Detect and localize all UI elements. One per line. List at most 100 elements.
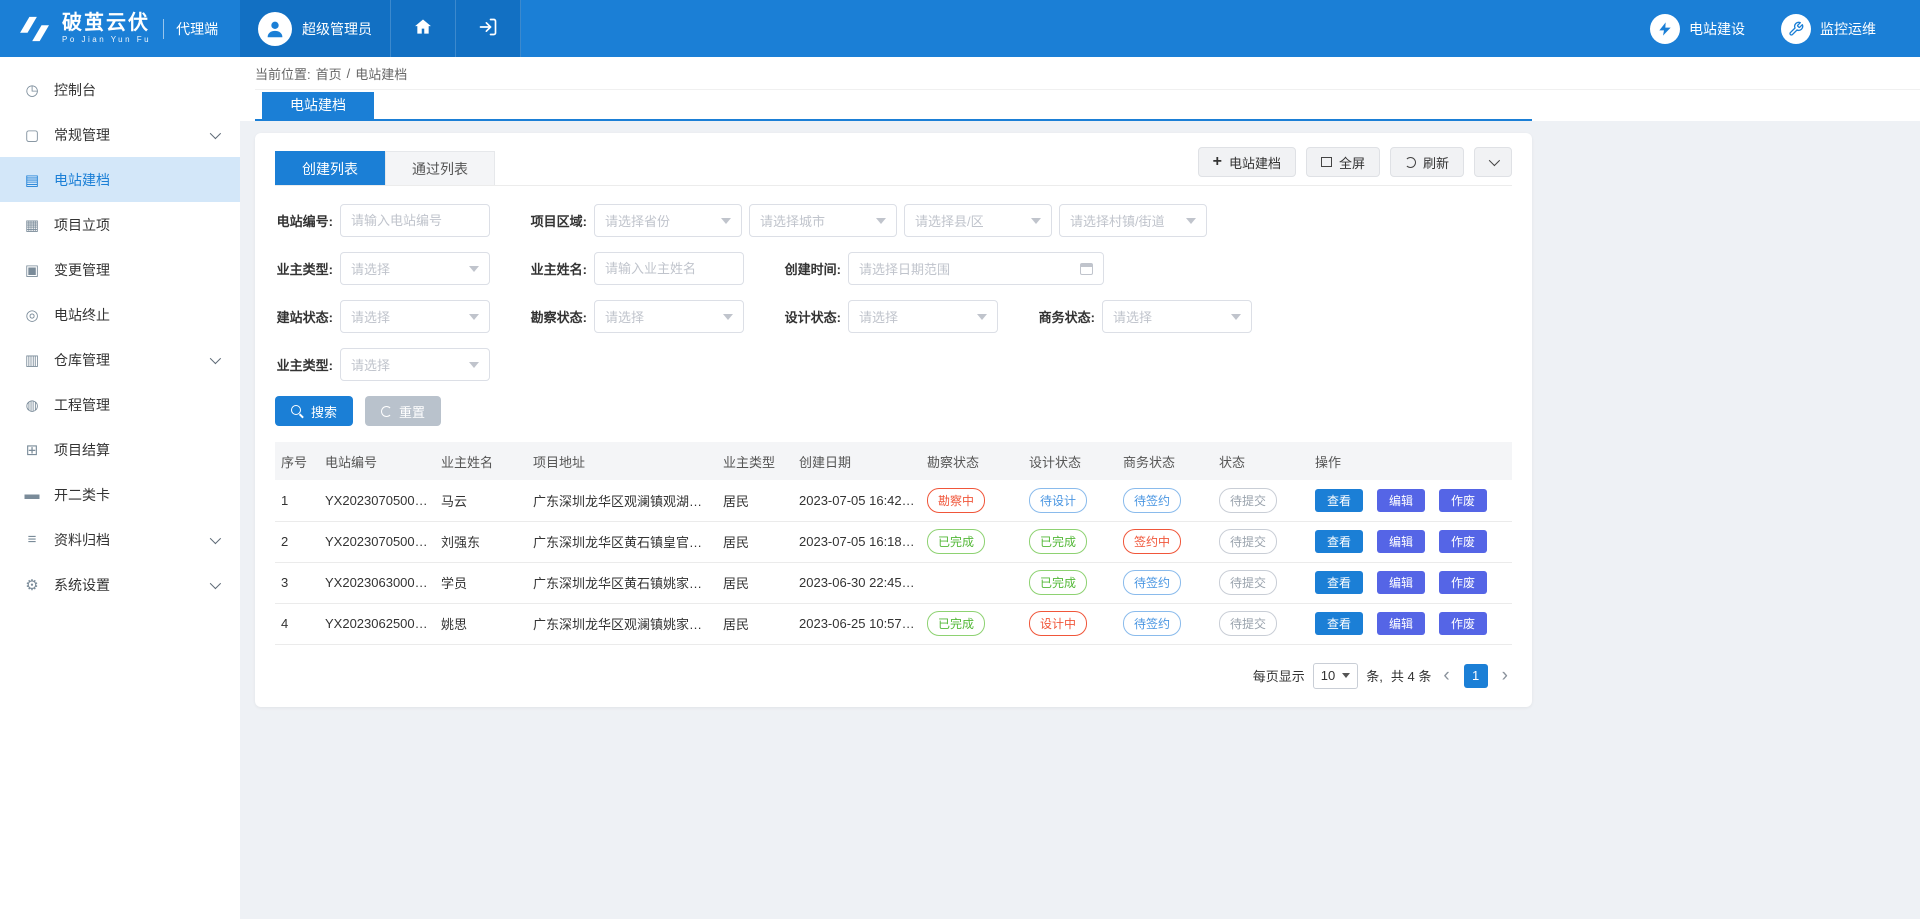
cell-business-status: 待签约 — [1117, 480, 1213, 521]
sidebar-item-card[interactable]: ▬开二类卡 — [0, 472, 240, 517]
sidebar-item-project[interactable]: ▦项目立项 — [0, 202, 240, 247]
home-icon — [413, 17, 433, 40]
filter-field: 商务状态:请选择 — [1037, 300, 1252, 333]
sidebar-item-settings[interactable]: ⚙系统设置 — [0, 562, 240, 607]
column-header: 电站编号 — [319, 442, 435, 480]
edit-button[interactable]: 编辑 — [1377, 489, 1425, 512]
reset-button[interactable]: 重置 — [365, 396, 441, 426]
chevron-down-icon — [210, 127, 221, 138]
filter-select[interactable]: 请选择村镇/街道 — [1059, 204, 1207, 237]
void-button[interactable]: 作废 — [1439, 489, 1487, 512]
sidebar-item-settlement[interactable]: ⊞项目结算 — [0, 427, 240, 472]
status-badge: 签约中 — [1123, 529, 1181, 554]
filter-input[interactable] — [340, 204, 490, 237]
filter-select[interactable]: 请选择城市 — [749, 204, 897, 237]
refresh-button[interactable]: 刷新 — [1390, 147, 1464, 177]
status-badge: 待签约 — [1123, 611, 1181, 636]
page-tab[interactable]: 电站建档 — [262, 92, 374, 119]
cell-design-status: 待设计 — [1023, 480, 1117, 521]
collapse-button[interactable] — [1474, 147, 1512, 177]
cell-owner: 姚思 — [435, 603, 527, 644]
nav-monitoring-ops[interactable]: 监控运维 — [1781, 14, 1876, 44]
sidebar-item-document[interactable]: ▤电站建档 — [0, 157, 240, 202]
sidebar-item-engineering[interactable]: ◍工程管理 — [0, 382, 240, 427]
filter-select[interactable]: 请选择 — [340, 300, 490, 333]
search-button[interactable]: 搜索 — [275, 396, 353, 426]
filter-select[interactable]: 请选择县/区 — [904, 204, 1052, 237]
chevron-down-icon — [1342, 673, 1350, 678]
cell-design-status: 已完成 — [1023, 562, 1117, 603]
cell-owner: 马云 — [435, 480, 527, 521]
view-button[interactable]: 查看 — [1315, 612, 1363, 635]
column-header: 操作 — [1309, 442, 1512, 480]
card-head: 创建列表通过列表 +电站建档全屏刷新 — [275, 147, 1512, 186]
page-number[interactable]: 1 — [1464, 664, 1488, 688]
view-button[interactable]: 查看 — [1315, 571, 1363, 594]
edit-button[interactable]: 编辑 — [1377, 530, 1425, 553]
cell-status: 待提交 — [1213, 480, 1309, 521]
monitor-icon: ▢ — [22, 126, 42, 144]
cell-actions: 查看编辑作废 — [1309, 562, 1512, 603]
sidebar-item-label: 开二类卡 — [54, 485, 110, 505]
app-subtitle: Po Jian Yun Fu — [62, 35, 151, 44]
per-page-unit: 条, — [1366, 666, 1383, 685]
fullscreen-button[interactable]: 全屏 — [1306, 147, 1380, 177]
filter-select[interactable]: 请选择 — [340, 252, 490, 285]
sidebar-item-label: 变更管理 — [54, 260, 110, 280]
cell-station-no: YX2023070500010 — [319, 521, 435, 562]
chevron-down-icon — [210, 577, 221, 588]
sidebar-item-archive[interactable]: ≡资料归档 — [0, 517, 240, 562]
total-count: 共 4 条 — [1391, 666, 1431, 685]
chevron-down-icon — [1186, 218, 1196, 224]
per-page-select[interactable]: 10 — [1313, 663, 1358, 689]
void-button[interactable]: 作废 — [1439, 530, 1487, 553]
nav-station-construction[interactable]: 电站建设 — [1650, 14, 1745, 44]
view-button[interactable]: 查看 — [1315, 530, 1363, 553]
add-station-button[interactable]: +电站建档 — [1198, 147, 1296, 177]
user-menu[interactable]: 超级管理员 — [240, 0, 391, 57]
sidebar-item-warehouse[interactable]: ▥仓库管理 — [0, 337, 240, 382]
sidebar-item-terminate[interactable]: ◎电站终止 — [0, 292, 240, 337]
cell-status: 待提交 — [1213, 603, 1309, 644]
lightning-icon — [1650, 14, 1680, 44]
edit-button[interactable]: 编辑 — [1377, 571, 1425, 594]
next-page-button[interactable]: › — [1498, 666, 1512, 685]
cell-survey-status: 已完成 — [921, 521, 1023, 562]
breadcrumb-current: 电站建档 — [355, 64, 407, 83]
tab-create-list[interactable]: 创建列表 — [275, 151, 385, 185]
column-header: 序号 — [275, 442, 319, 480]
breadcrumb-home[interactable]: 首页 — [316, 64, 342, 83]
sidebar-item-change[interactable]: ▣变更管理 — [0, 247, 240, 292]
logout-button[interactable] — [456, 0, 521, 57]
cell-address: 广东深圳龙华区黄石镇皇官大… — [527, 521, 717, 562]
void-button[interactable]: 作废 — [1439, 571, 1487, 594]
chevron-down-icon — [469, 314, 479, 320]
date-range-input[interactable]: 请选择日期范围 — [848, 252, 1104, 285]
chevron-down-icon — [977, 314, 987, 320]
filter-input[interactable] — [594, 252, 744, 285]
prev-page-button[interactable]: ‹ — [1439, 666, 1453, 685]
fullscreen-icon — [1321, 157, 1332, 167]
sidebar-item-monitor[interactable]: ▢常规管理 — [0, 112, 240, 157]
filter-select[interactable]: 请选择 — [848, 300, 998, 333]
plus-icon: + — [1213, 154, 1222, 170]
filter-select[interactable]: 请选择 — [1102, 300, 1252, 333]
status-badge: 已完成 — [1029, 570, 1087, 595]
filter-label: 业主姓名: — [529, 259, 587, 278]
filter-select[interactable]: 请选择 — [340, 348, 490, 381]
void-button[interactable]: 作废 — [1439, 612, 1487, 635]
column-header: 项目地址 — [527, 442, 717, 480]
cell-seq: 3 — [275, 562, 319, 603]
filter-label: 勘察状态: — [529, 307, 587, 326]
filter-actions: 搜索 重置 — [275, 396, 1512, 426]
filter-select[interactable]: 请选择 — [594, 300, 744, 333]
filter-select[interactable]: 请选择省份 — [594, 204, 742, 237]
sidebar-item-dashboard[interactable]: ◷控制台 — [0, 67, 240, 112]
edit-button[interactable]: 编辑 — [1377, 612, 1425, 635]
view-button[interactable]: 查看 — [1315, 489, 1363, 512]
home-button[interactable] — [391, 0, 456, 57]
chevron-down-icon — [210, 352, 221, 363]
chevron-down-icon — [876, 218, 886, 224]
wrench-icon — [1781, 14, 1811, 44]
tab-pass-list[interactable]: 通过列表 — [385, 151, 495, 185]
